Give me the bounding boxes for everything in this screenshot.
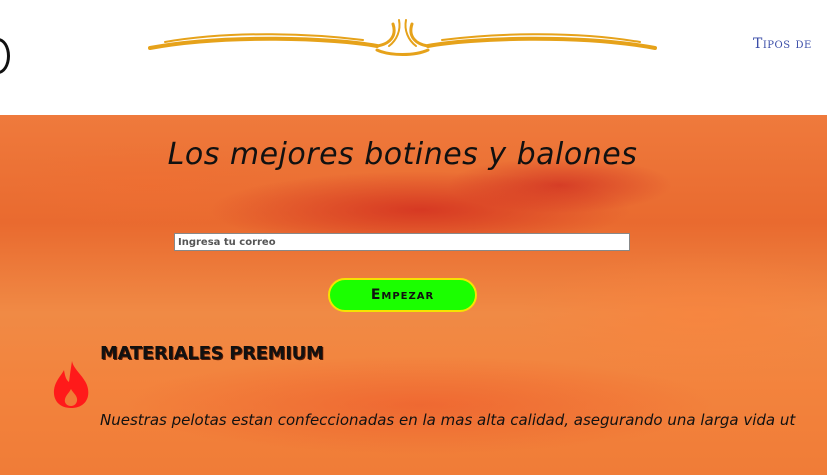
- logo[interactable]: [0, 38, 10, 74]
- feature-description: Nuestras pelotas estan confeccionadas en…: [100, 411, 796, 429]
- nav-link-tipos[interactable]: Tipos de: [753, 36, 812, 52]
- email-input[interactable]: [174, 233, 630, 251]
- fire-icon: [53, 361, 89, 408]
- site-header: Tipos de: [0, 0, 827, 115]
- hero-section: Los mejores botines y balones Empezar MA…: [0, 115, 827, 475]
- feature-title: MATERIALES PREMIUM: [100, 343, 324, 364]
- start-button[interactable]: Empezar: [328, 278, 477, 312]
- hero-title: Los mejores botines y balones: [167, 137, 638, 172]
- next-feature-peek: [100, 465, 220, 475]
- ornament-divider: [148, 19, 657, 56]
